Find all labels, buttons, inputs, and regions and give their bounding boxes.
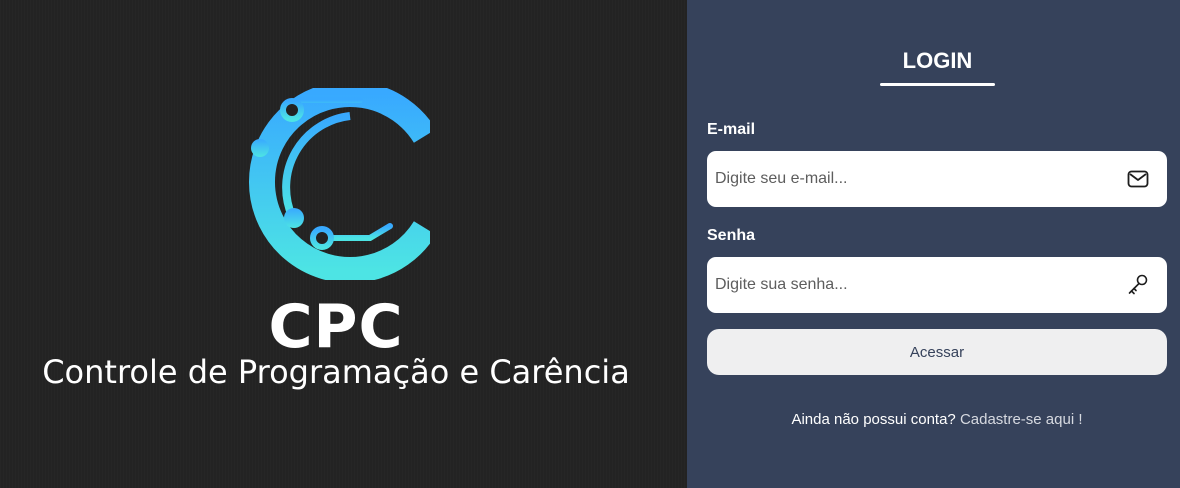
brand-panel: CPC Controle de Programação e Carência [0,0,687,488]
signup-prompt: Ainda não possui conta? Cadastre-se aqui… [687,411,1180,428]
email-field-container [707,150,1167,208]
login-title-underline [880,83,995,86]
submit-button[interactable]: Acessar [707,329,1167,375]
brand-subtitle: Controle de Programação e Carência [42,353,630,391]
login-title: LOGIN [902,48,973,73]
password-input[interactable] [707,256,1126,314]
email-input[interactable] [707,150,1126,208]
envelope-icon [1126,167,1150,191]
signup-link[interactable]: Cadastre-se aqui ! [960,411,1083,428]
circuit-c-logo-icon [249,88,430,280]
login-panel: LOGIN E-mail Senha Acessar Ainda não pos… [687,0,1180,488]
key-icon [1126,273,1150,297]
email-label: E-mail [707,121,756,138]
password-label: Senha [707,227,756,244]
password-field-container [707,256,1167,314]
signup-prompt-text: Ainda não possui conta? [791,411,956,428]
